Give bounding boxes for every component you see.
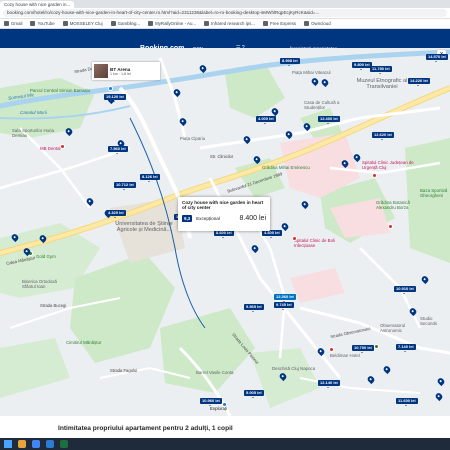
price-tag[interactable]: 4.329 lei — [106, 210, 126, 218]
bookmark-8[interactable]: Owncloud — [304, 21, 331, 26]
windows-start-icon[interactable] — [4, 440, 12, 448]
hotel-card-title[interactable]: Cozy house with nice garden in heart of … — [182, 200, 268, 211]
park-label: Parcul Central Simion Barnuțiu — [30, 88, 91, 93]
bookmarks-bar: Gmail YouTube MOSSELEY Cluj Gambling... … — [0, 19, 450, 29]
browser-address-bar: booking.com/hotel/ro/cozy-house-with-nic… — [0, 8, 450, 19]
hotel-card-selected[interactable]: Cozy house with nice garden in heart of … — [178, 197, 270, 231]
bookmark-icon — [148, 21, 154, 26]
hotel-card-subtitle: 1 km · 1-8 lei — [110, 71, 131, 76]
street-label: Strada Fagului — [110, 368, 138, 373]
price-tag[interactable]: 14.220 lei — [408, 78, 430, 86]
gym-label: Gold Gym — [36, 254, 56, 259]
road — [158, 57, 187, 139]
price-tag[interactable]: 12.620 lei — [372, 132, 394, 140]
canal-label: Canalul Morii — [20, 110, 47, 115]
word-icon[interactable] — [46, 440, 54, 448]
hospital-label: Spitalul Clinic Județean de Urgență Cluj — [362, 160, 414, 170]
bookmark-7[interactable]: Free Express — [263, 21, 296, 26]
poi-marker[interactable] — [108, 86, 113, 91]
explore-marker[interactable] — [222, 402, 227, 407]
browser-tabbar: Cozy house with nice garden in... — [0, 0, 450, 8]
review-score-badge: 9,3 — [182, 214, 193, 222]
garden-label: Grădina Mihai Eminescu — [262, 165, 310, 170]
road — [19, 127, 91, 209]
sports-hall-label: Sala Sporturilor Horia Demian — [12, 128, 54, 138]
price-tag[interactable]: 11.600 lei — [396, 398, 418, 406]
price-tag[interactable]: 7.560 lei — [108, 146, 128, 154]
bookmark-icon — [263, 21, 268, 26]
price-tag[interactable]: 11.780 lei — [370, 66, 392, 74]
hotel-label: Beldiman Hotel — [330, 353, 360, 358]
price-tag[interactable]: 8.126 lei — [140, 174, 160, 182]
bookmark-6[interactable]: Infrared research ips... — [204, 21, 255, 26]
price-tag[interactable]: 9.745 lei — [274, 302, 294, 310]
poi-marker[interactable] — [388, 224, 393, 229]
botanic-label: Grădina Botanică Alexandru Borza — [376, 200, 410, 210]
price-tag[interactable]: 9.800 lei — [352, 62, 372, 70]
price-tag[interactable]: 10.960 lei — [200, 398, 222, 406]
os-taskbar — [0, 438, 450, 450]
dental-label: MB Dental — [40, 146, 61, 151]
map-view[interactable]: × Strada Dorobanților Someșul Mic Canalu… — [0, 48, 450, 416]
hotel-thumbnail — [94, 64, 108, 78]
hospital-marker[interactable] — [372, 173, 377, 178]
price-tag[interactable]: 19.120 lei — [104, 94, 126, 102]
chrome-icon[interactable] — [32, 440, 40, 448]
price-tag[interactable]: 9.565 lei — [244, 304, 264, 312]
page-content-strip: Intimitatea propriului apartament pentru… — [0, 416, 450, 438]
review-score-word: Excepțional — [196, 215, 220, 221]
hotel-card-title: BT Arena — [110, 66, 131, 72]
street-label: Str. Clinicilor — [210, 154, 234, 159]
church-label: Biserica Ortodoxă Sfântul Ioan — [22, 279, 57, 289]
park-area — [0, 338, 70, 398]
price-tag[interactable]: 10.700 lei — [352, 345, 374, 353]
culture-house-label: Casa de Cultură a Studenților — [304, 100, 340, 110]
bookmark-youtube[interactable]: YouTube — [30, 21, 55, 26]
apartment-description: Intimitatea propriului apartament pentru… — [58, 425, 233, 432]
square-label: Piața Cipariu — [180, 136, 206, 141]
excel-icon[interactable] — [60, 440, 68, 448]
clinic-marker[interactable] — [292, 236, 297, 241]
bookmark-icon — [110, 21, 116, 26]
price-tag[interactable]: 14.570 lei — [426, 54, 448, 62]
hotel-price: 8.400 lei — [239, 214, 266, 222]
url-field[interactable]: booking.com/hotel/ro/cozy-house-with-nic… — [3, 9, 447, 17]
bookmark-icon — [4, 21, 9, 26]
university-label: Universitatea de Științe Agricole și Med… — [115, 221, 173, 233]
price-tag[interactable]: 7.140 lei — [396, 344, 416, 352]
bookmark-icon — [304, 21, 310, 26]
studio-label: Studio Seconds — [420, 316, 438, 326]
barrel-label: Barrel Vasile Conta — [196, 370, 234, 375]
bookmark-icon — [30, 21, 36, 26]
square-label: Piața Mihai Viteazul — [292, 70, 331, 75]
bookmark-3[interactable]: MOSSELEY Cluj — [62, 21, 103, 26]
browser-tab-active[interactable]: Cozy house with nice garden in... — [0, 1, 75, 8]
deschisa-label: Deschisă Cluj Napoca — [272, 366, 316, 371]
price-tag[interactable]: 10.910 lei — [394, 286, 416, 294]
clinic-label: Spitalul Clinic de Boli Infecțioase — [294, 238, 335, 248]
bookmark-5[interactable]: MyRallyOnline - Au... — [148, 21, 196, 26]
price-tag[interactable]: 12.360 lei — [274, 294, 296, 302]
hotel-card-small[interactable]: BT Arena 1 km · 1-8 lei — [92, 62, 160, 80]
file-explorer-icon[interactable] — [18, 440, 26, 448]
road — [0, 146, 131, 190]
poi-marker[interactable] — [60, 144, 65, 149]
bookmark-4[interactable]: Gambling... — [110, 21, 140, 26]
price-tag[interactable]: 12.400 lei — [318, 116, 340, 124]
bookmark-icon — [204, 21, 210, 26]
price-tag[interactable]: 4.000 lei — [256, 116, 276, 124]
street-label: Strada Bucegi — [40, 303, 67, 308]
cemetery-label: Cimitirul Mănăștur — [66, 340, 102, 345]
hospital-area — [290, 268, 345, 303]
sports-base-label: Baza Sportivă Gheorgheni — [420, 188, 448, 198]
price-tag[interactable]: 12.140 lei — [318, 380, 340, 388]
hotel-marker[interactable] — [329, 347, 334, 352]
price-tag[interactable]: 10.712 lei — [114, 182, 136, 190]
park-marker[interactable] — [374, 344, 379, 349]
bookmark-gmail[interactable]: Gmail — [4, 21, 22, 26]
price-tag[interactable]: 5.005 lei — [244, 390, 264, 398]
bookmark-icon — [62, 21, 68, 26]
price-tag[interactable]: 8.998 lei — [280, 58, 300, 66]
museum-label: Muzeul Etnografic al Transilvaniei — [356, 78, 408, 90]
